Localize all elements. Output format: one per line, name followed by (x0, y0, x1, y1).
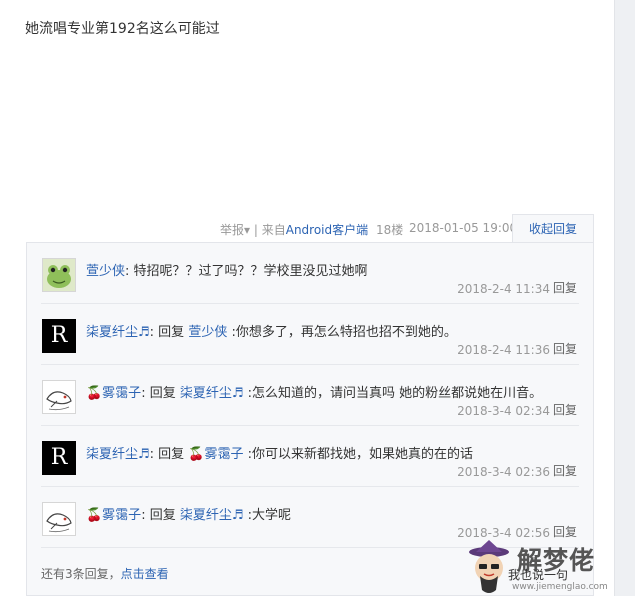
reply-button[interactable]: 回复 (553, 401, 577, 418)
reply-target-username[interactable]: 🍒雾霭子 (188, 447, 243, 462)
from-prefix: 来自 (261, 223, 286, 237)
post-card: 她流唱专业第192名这么可能过 举报▾ | 来自Android客户端 18楼 2… (0, 0, 614, 596)
reply-target-username[interactable]: 萱少侠 (188, 325, 227, 340)
letter-r-avatar[interactable]: R (42, 441, 76, 475)
reply-content: 🍒雾霭子: 回复 柒夏纤尘♬ :怎么知道的，请问当真吗 她的粉丝都说她在川音。 (86, 382, 542, 401)
reply-username[interactable]: 🍒雾霭子 (86, 508, 141, 523)
reply-time: 2018-3-4 02:34 (457, 404, 550, 418)
reply-item: 🍒雾霭子: 回复 柒夏纤尘♬ :怎么知道的，请问当真吗 她的粉丝都说她在川音。 … (27, 365, 593, 426)
reply-button[interactable]: 回复 (553, 279, 577, 296)
view-more-link[interactable]: 点击查看 (121, 567, 169, 581)
reply-target-username[interactable]: 柒夏纤尘♬ (180, 386, 244, 401)
reply-content: 柒夏纤尘♬: 回复 萱少侠 :你想多了，再怎么特招也招不到她的。 (86, 321, 457, 340)
post-content: 她流唱专业第192名这么可能过 (25, 21, 220, 37)
reply-username[interactable]: 🍒雾霭子 (86, 386, 141, 401)
reply-button[interactable]: 回复 (553, 523, 577, 540)
reply-text: :怎么知道的，请问当真吗 她的粉丝都说她在川音。 (243, 386, 543, 401)
reply-username[interactable]: 萱少侠 (86, 264, 125, 279)
reply-word: : 回复 (149, 325, 189, 340)
reply-time: 2018-2-4 11:34 (457, 282, 550, 296)
reply-time: 2018-3-4 02:36 (457, 465, 550, 479)
reply-content: 萱少侠: 特招呢？？过了吗？？学校里没见过她啊 (86, 260, 368, 279)
watermark-reply-prompt: 我也说一句 (508, 568, 569, 582)
reply-item: R 柒夏纤尘♬: 回复 🍒雾霭子 :你可以来新都找她，如果她真的在的话 2018… (27, 426, 593, 487)
reply-target-username[interactable]: 柒夏纤尘♬ (180, 508, 244, 523)
letter-r-avatar[interactable]: R (42, 319, 76, 353)
watermark-url: www.jiemenglao.com (512, 582, 608, 592)
reply-button[interactable]: 回复 (553, 462, 577, 479)
reply-time: 2018-2-4 11:36 (457, 343, 550, 357)
scroll-rail (614, 0, 635, 596)
reply-text: :你可以来新都找她，如果她真的在的话 (243, 447, 474, 462)
reply-content: 柒夏纤尘♬: 回复 🍒雾霭子 :你可以来新都找她，如果她真的在的话 (86, 443, 473, 462)
reply-word: : 回复 (141, 508, 180, 523)
meta-separator: | (250, 223, 262, 237)
reply-text: :大学呢 (243, 508, 292, 523)
frog-avatar[interactable] (42, 258, 76, 292)
client-link[interactable]: Android客户端 (286, 223, 368, 237)
reply-content: 🍒雾霭子: 回复 柒夏纤尘♬ :大学呢 (86, 504, 291, 523)
reply-item: R 柒夏纤尘♬: 回复 萱少侠 :你想多了，再怎么特招也招不到她的。 2018-… (27, 304, 593, 365)
post-datetime: 2018-01-05 19:00 (409, 221, 518, 235)
reply-button[interactable]: 回复 (553, 340, 577, 357)
fish-sketch-avatar[interactable] (42, 380, 76, 414)
reply-text: 特招呢？？过了吗？？学校里没见过她啊 (129, 264, 368, 279)
reply-word: : 回复 (141, 386, 180, 401)
reply-word: : 回复 (149, 447, 189, 462)
reply-username[interactable]: 柒夏纤尘♬ (86, 447, 150, 462)
more-replies: 还有3条回复，点击查看 (41, 565, 169, 582)
more-replies-count: 还有3条回复， (41, 567, 121, 581)
floor-number: 18楼 (376, 223, 404, 237)
reply-item: 萱少侠: 特招呢？？过了吗？？学校里没见过她啊 2018-2-4 11:34 回… (27, 243, 593, 304)
report-link[interactable]: 举报▾ (220, 223, 250, 237)
collapse-replies-button[interactable]: 收起回复 (512, 214, 594, 243)
fish-sketch-avatar[interactable] (42, 502, 76, 536)
reply-text: :你想多了，再怎么特招也招不到她的。 (227, 325, 457, 340)
reply-username[interactable]: 柒夏纤尘♬ (86, 325, 150, 340)
post-meta: 举报▾ | 来自Android客户端 (220, 221, 368, 238)
